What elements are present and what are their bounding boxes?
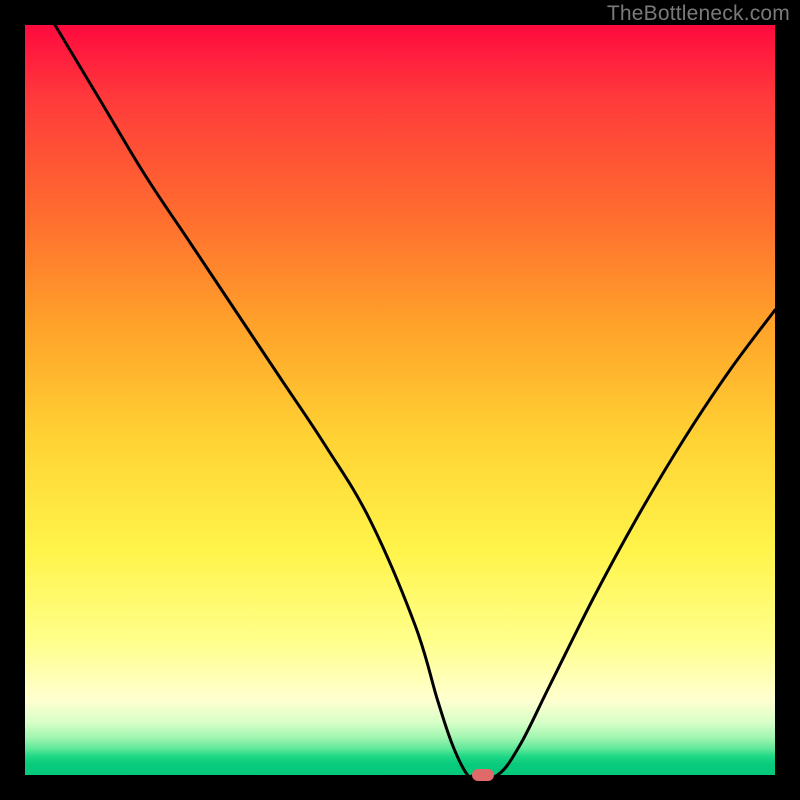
watermark-text: TheBottleneck.com	[607, 2, 790, 26]
chart-svg	[25, 25, 775, 775]
plot-area	[25, 25, 775, 775]
chart-container: TheBottleneck.com	[0, 0, 800, 800]
bottleneck-curve	[55, 25, 775, 775]
optimal-marker	[472, 769, 494, 781]
